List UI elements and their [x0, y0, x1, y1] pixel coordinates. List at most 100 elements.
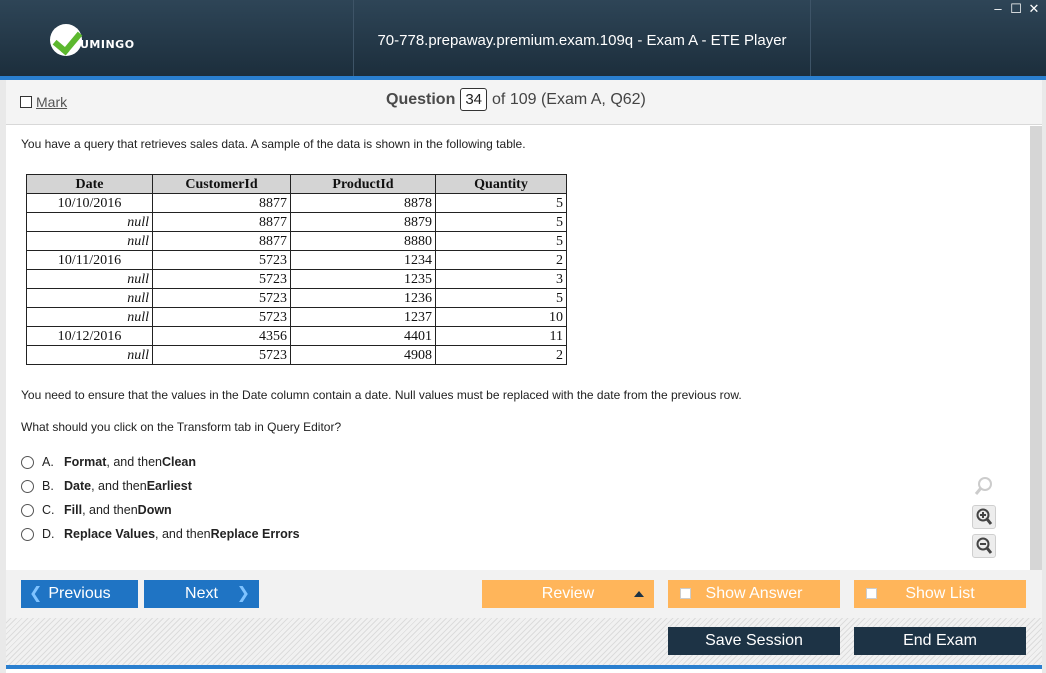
navigation-bar: ❮ Previous Next ❯ Review Show Answer Sho… [6, 570, 1042, 618]
question-number-input[interactable]: 34 [460, 88, 488, 111]
option-letter: A. [42, 455, 54, 469]
vumingo-logo: UMINGO [50, 24, 170, 58]
answer-option-a[interactable]: A. Format, and then Clean [21, 450, 300, 474]
option-first-action: Replace Values [64, 527, 156, 541]
table-cell: 8880 [290, 231, 436, 251]
window-controls: – ☐ ✕ [992, 2, 1040, 16]
end-exam-button[interactable]: End Exam [854, 627, 1026, 655]
option-first-action: Format [64, 455, 107, 469]
option-second-action: Replace Errors [210, 527, 300, 541]
table-header-row: Date CustomerId ProductId Quantity [26, 174, 567, 194]
sales-data-table: Date CustomerId ProductId Quantity 10/10… [26, 174, 567, 365]
close-button[interactable]: ✕ [1028, 2, 1040, 16]
table-cell: 8879 [290, 212, 436, 232]
answer-option-d[interactable]: D. Replace Values, and then Replace Erro… [21, 522, 300, 546]
table-cell: 1237 [290, 307, 436, 327]
option-letter: D. [42, 527, 55, 541]
radio-button[interactable] [21, 527, 34, 541]
question-requirement: You need to ensure that the values in th… [21, 388, 742, 402]
table-cell: 8877 [152, 212, 291, 232]
review-label: Review [541, 585, 595, 602]
table-cell: 4401 [290, 326, 436, 346]
table-cell: 1235 [290, 269, 436, 289]
option-second-action: Down [137, 503, 172, 517]
title-bar: UMINGO 70-778.prepaway.premium.exam.109q… [0, 0, 1046, 80]
table-cell: 5723 [152, 250, 291, 270]
table-cell: 1236 [290, 288, 436, 308]
option-connector: , and then [82, 503, 138, 517]
show-list-checkbox[interactable] [866, 588, 877, 599]
search-icon[interactable] [972, 474, 996, 498]
window-title: 70-778.prepaway.premium.exam.109q - Exam… [377, 32, 787, 49]
table-header-cell: CustomerId [152, 174, 291, 194]
option-letter: C. [42, 503, 55, 517]
answer-option-b[interactable]: B. Date, and then Earliest [21, 474, 300, 498]
table-row: null 8877 8880 5 [26, 231, 567, 251]
table-cell: 5 [435, 193, 567, 213]
option-first-action: Fill [64, 503, 83, 517]
table-cell: 10 [435, 307, 567, 327]
option-connector: , and then [155, 527, 211, 541]
question-prompt: What should you click on the Transform t… [21, 420, 342, 434]
save-session-button[interactable]: Save Session [668, 627, 840, 655]
table-cell: 3 [435, 269, 567, 289]
table-row: 10/10/2016 8877 8878 5 [26, 193, 567, 213]
show-answer-button[interactable]: Show Answer [668, 580, 840, 608]
table-row: null 8877 8879 5 [26, 212, 567, 232]
zoom-out-icon[interactable] [972, 534, 996, 558]
table-header-cell: Quantity [435, 174, 567, 194]
table-cell: 5723 [152, 269, 291, 289]
review-button[interactable]: Review [482, 580, 654, 608]
option-first-action: Date [64, 479, 92, 493]
question-label: Question [386, 90, 456, 108]
show-list-button[interactable]: Show List [854, 580, 1026, 608]
show-list-label: Show List [905, 585, 975, 602]
table-cell: null [26, 269, 153, 289]
chevron-left-icon: ❮ [29, 585, 43, 602]
option-connector: , and then [91, 479, 147, 493]
option-second-action: Earliest [146, 479, 192, 493]
mark-checkbox-box[interactable] [20, 96, 32, 108]
question-header: Mark Question 34 of 109 (Exam A, Q62) [6, 80, 1042, 125]
mark-checkbox[interactable]: Mark [20, 94, 67, 110]
table-row: null 5723 1236 5 [26, 288, 567, 308]
radio-button[interactable] [21, 455, 34, 469]
frame-right [1042, 80, 1046, 673]
table-cell: null [26, 345, 153, 365]
table-cell: 2 [435, 250, 567, 270]
table-cell: null [26, 288, 153, 308]
table-cell: 5 [435, 212, 567, 232]
radio-button[interactable] [21, 503, 34, 517]
next-button[interactable]: Next ❯ [144, 580, 259, 608]
table-cell: 5 [435, 231, 567, 251]
title-divider [810, 0, 811, 76]
previous-label: Previous [48, 585, 111, 602]
table-cell: 5723 [152, 345, 291, 365]
show-answer-label: Show Answer [705, 585, 803, 602]
option-connector: , and then [106, 455, 162, 469]
table-header-cell: ProductId [290, 174, 436, 194]
table-cell: 10/12/2016 [26, 326, 153, 346]
previous-button[interactable]: ❮ Previous [21, 580, 138, 608]
table-cell: null [26, 231, 153, 251]
table-cell: null [26, 307, 153, 327]
mark-label: Mark [36, 94, 68, 110]
table-cell: 4908 [290, 345, 436, 365]
checkmark-logo-icon [50, 24, 82, 56]
show-answer-checkbox[interactable] [680, 588, 691, 599]
answer-option-c[interactable]: C. Fill, and then Down [21, 498, 300, 522]
content-scrollbar[interactable] [1030, 126, 1042, 570]
table-row: null 5723 1235 3 [26, 269, 567, 289]
maximize-button[interactable]: ☐ [1010, 2, 1022, 16]
radio-button[interactable] [21, 479, 34, 493]
zoom-in-icon[interactable] [972, 505, 996, 529]
next-label: Next [185, 585, 218, 602]
minimize-button[interactable]: – [992, 2, 1004, 16]
table-row: null 5723 4908 2 [26, 345, 567, 365]
question-content: You have a query that retrieves sales da… [6, 126, 1030, 570]
table-cell: 1234 [290, 250, 436, 270]
table-cell: 4356 [152, 326, 291, 346]
table-cell: null [26, 212, 153, 232]
table-row: 10/11/2016 5723 1234 2 [26, 250, 567, 270]
table-cell: 11 [435, 326, 567, 346]
